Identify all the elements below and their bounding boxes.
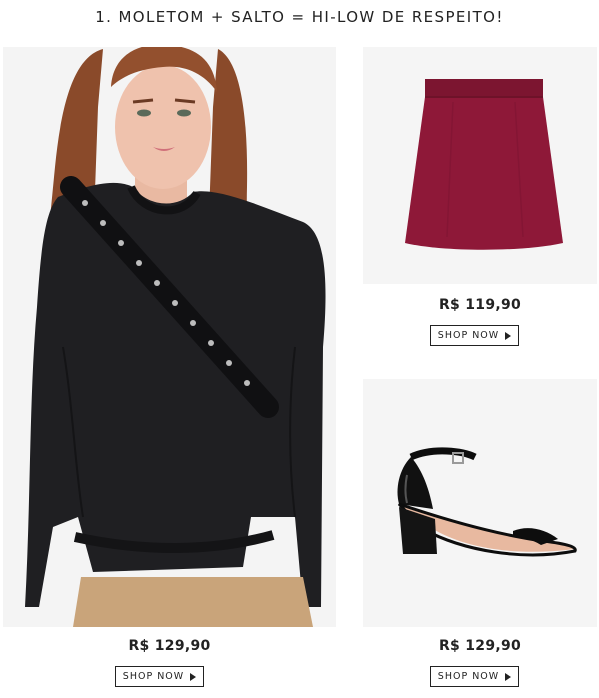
play-arrow-icon bbox=[505, 672, 512, 681]
sweatshirt-price: R$ 129,90 bbox=[128, 638, 211, 654]
skirt-shop-now-button[interactable]: SHOP NOW bbox=[430, 325, 519, 346]
play-arrow-icon bbox=[190, 672, 197, 681]
shop-now-label: SHOP NOW bbox=[437, 671, 500, 682]
sweatshirt-product-image[interactable] bbox=[3, 47, 336, 627]
sandal-price: R$ 129,90 bbox=[438, 638, 522, 654]
section-heading: 1. MOLETOM + SALTO = HI-LOW DE RESPEITO! bbox=[95, 8, 504, 26]
sandal-shop-now-button[interactable]: SHOP NOW bbox=[430, 666, 519, 687]
shop-now-label: SHOP NOW bbox=[437, 330, 500, 341]
skirt-product-image[interactable] bbox=[363, 47, 597, 284]
play-arrow-icon bbox=[505, 331, 512, 340]
sandal-product-image[interactable] bbox=[363, 379, 597, 627]
shop-now-label: SHOP NOW bbox=[122, 671, 185, 682]
skirt-price: R$ 119,90 bbox=[438, 297, 522, 313]
sweatshirt-shop-now-button[interactable]: SHOP NOW bbox=[115, 666, 204, 687]
